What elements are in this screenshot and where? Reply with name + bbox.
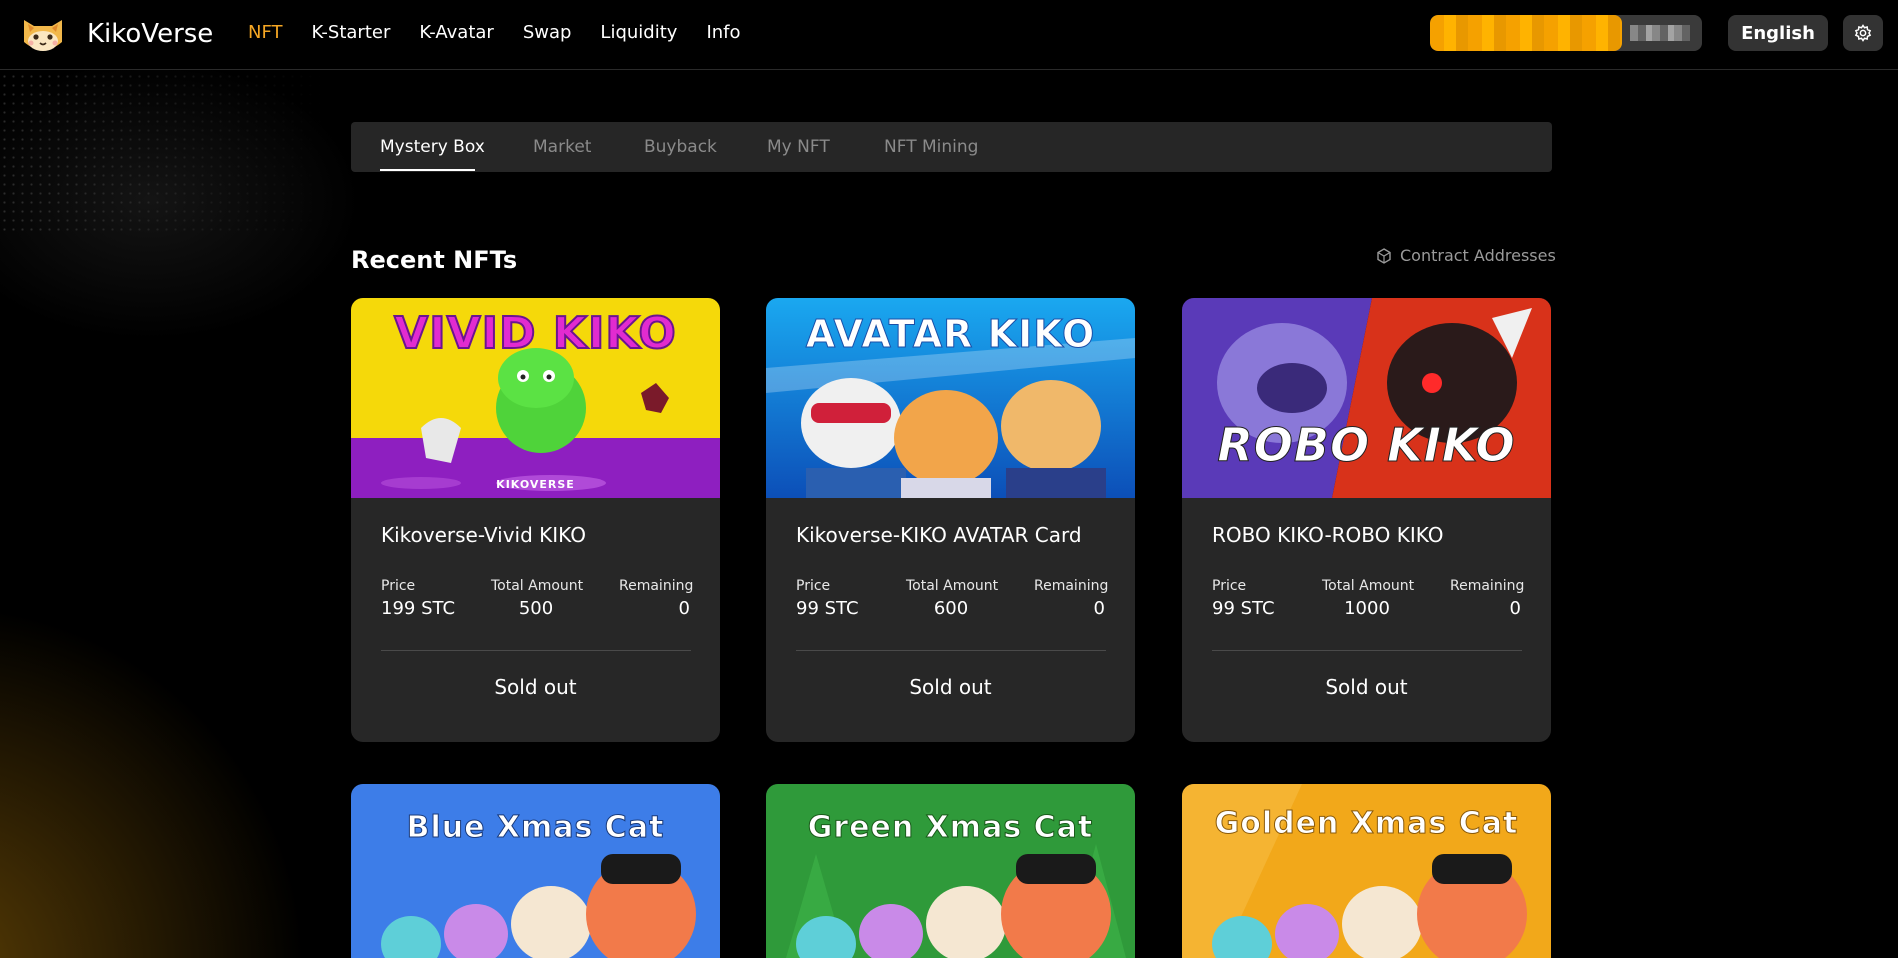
wallet-address-button[interactable]: [1430, 15, 1702, 51]
blue-xmas-cat-art-title: Blue Xmas Cat: [406, 810, 665, 846]
total-amount-value: 1000: [1344, 598, 1390, 619]
remaining-value: 0: [1509, 598, 1521, 619]
price-label: Price: [1212, 578, 1247, 594]
nav-item-info[interactable]: Info: [706, 22, 740, 43]
sold-out-button[interactable]: Sold out: [351, 675, 720, 699]
card-divider: [381, 650, 691, 651]
card-divider: [1212, 650, 1522, 651]
contract-addresses-link[interactable]: Contract Addresses: [1376, 246, 1556, 265]
card-title: Kikoverse-KIKO AVATAR Card: [796, 523, 1082, 547]
total-amount-value: 600: [933, 598, 969, 619]
green-xmas-cat-art-title: Green Xmas Cat: [807, 810, 1094, 846]
remaining-label: Remaining: [1034, 578, 1109, 594]
nft-card-golden-xmas-cat[interactable]: Golden Xmas Cat: [1182, 784, 1551, 958]
total-amount-label: Total Amount: [906, 578, 999, 594]
robo-kiko-art-title: ROBO KIKO: [1217, 418, 1516, 473]
wallet-balance-redacted: [1430, 15, 1622, 51]
total-amount-value: 500: [518, 598, 554, 619]
contract-addresses-label: Contract Addresses: [1400, 246, 1556, 265]
wallet-address-redacted: [1630, 25, 1690, 41]
remaining-label: Remaining: [619, 578, 694, 594]
brand-name[interactable]: KikoVerse: [87, 19, 213, 49]
card-divider: [796, 650, 1106, 651]
price-value: 99 STC: [1212, 598, 1275, 619]
nft-card-avatar-kiko[interactable]: AVATAR KIKO Kikoverse-KIKO AVATAR Card P…: [766, 298, 1135, 742]
tab-my-nft[interactable]: My NFT: [767, 137, 830, 157]
tab-market[interactable]: Market: [533, 137, 591, 157]
main-nav: NFT K-Starter K-Avatar Swap Liquidity In…: [248, 22, 770, 43]
price-label: Price: [796, 578, 831, 594]
nft-card-vivid-kiko[interactable]: VIVID KIKO KIKOVERSE Kikoverse-Vivid KIK…: [351, 298, 720, 742]
tab-nft-mining[interactable]: NFT Mining: [884, 137, 978, 157]
tab-mystery-box[interactable]: Mystery Box: [380, 137, 485, 157]
nft-card-green-xmas-cat[interactable]: Green Xmas Cat: [766, 784, 1135, 958]
sold-out-button[interactable]: Sold out: [766, 675, 1135, 699]
nav-item-liquidity[interactable]: Liquidity: [600, 22, 677, 43]
remaining-value: 0: [1093, 598, 1105, 619]
dot-pattern: [0, 72, 330, 232]
remaining-label: Remaining: [1450, 578, 1525, 594]
total-amount-label: Total Amount: [1322, 578, 1415, 594]
price-label: Price: [381, 578, 416, 594]
nft-card-blue-xmas-cat[interactable]: Blue Xmas Cat: [351, 784, 720, 958]
section-title: Recent NFTs: [351, 246, 518, 274]
active-tab-indicator: [380, 169, 475, 171]
language-button[interactable]: English: [1728, 15, 1828, 51]
kikoverse-badge: KIKOVERSE: [496, 478, 575, 491]
price-value: 199 STC: [381, 598, 456, 619]
remaining-value: 0: [678, 598, 690, 619]
tab-buyback[interactable]: Buyback: [644, 137, 717, 157]
nav-item-k-starter[interactable]: K-Starter: [312, 22, 391, 43]
nft-card-robo-kiko[interactable]: ROBO KIKO ROBO KIKO-ROBO KIKO Price Tota…: [1182, 298, 1551, 742]
price-value: 99 STC: [796, 598, 859, 619]
nav-item-k-avatar[interactable]: K-Avatar: [419, 22, 493, 43]
total-amount-label: Total Amount: [491, 578, 584, 594]
nav-item-nft[interactable]: NFT: [248, 22, 283, 43]
sold-out-button[interactable]: Sold out: [1182, 675, 1551, 699]
nft-tab-bar: Mystery Box Market Buyback My NFT NFT Mi…: [351, 122, 1552, 172]
vivid-kiko-art-title: VIVID KIKO: [393, 307, 677, 360]
gear-icon: [1854, 24, 1872, 42]
settings-button[interactable]: [1843, 15, 1883, 51]
card-title: Kikoverse-Vivid KIKO: [381, 523, 586, 547]
avatar-kiko-art-title: AVATAR KIKO: [805, 312, 1096, 357]
kiko-cat-logo-icon[interactable]: [20, 14, 66, 54]
cube-icon: [1377, 247, 1391, 264]
nav-item-swap[interactable]: Swap: [523, 22, 572, 43]
card-title: ROBO KIKO-ROBO KIKO: [1212, 523, 1444, 547]
top-header: KikoVerse NFT K-Starter K-Avatar Swap Li…: [0, 0, 1898, 70]
golden-xmas-cat-art-title: Golden Xmas Cat: [1214, 806, 1519, 842]
